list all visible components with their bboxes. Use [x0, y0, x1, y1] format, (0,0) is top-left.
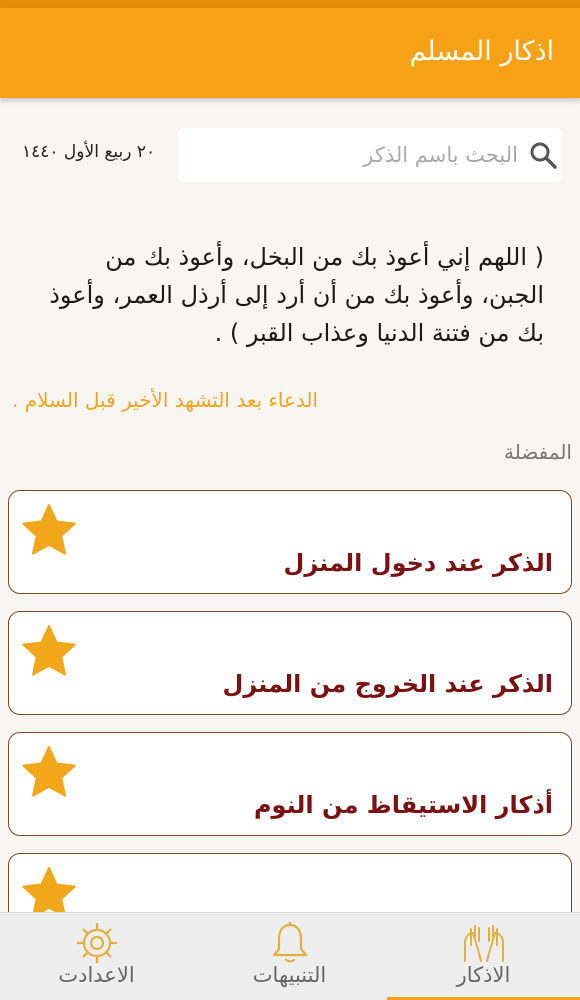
- favorite-label: الذكر عند الخروج من المنزل: [222, 670, 553, 698]
- gear-icon: [72, 919, 122, 967]
- tab-adhkar[interactable]: الاذكار: [387, 913, 580, 1000]
- bell-icon: [265, 919, 315, 967]
- search-icon[interactable]: [528, 140, 558, 170]
- tab-alerts[interactable]: التنبيهات: [193, 913, 386, 1000]
- tab-adhkar-label: الاذكار: [456, 963, 511, 987]
- hijri-date: ٢٠ ربيع الأول ١٤٤٠: [22, 142, 156, 162]
- star-icon[interactable]: [19, 622, 79, 682]
- favorite-label: أذكار الاستيقاظ من النوم: [253, 791, 553, 819]
- favorite-item[interactable]: الذكر عند الخروج من المنزل: [8, 611, 572, 715]
- status-bar: [0, 0, 580, 8]
- app-header: اذكار المسلم: [0, 8, 580, 98]
- tab-settings[interactable]: الاعدادت: [0, 913, 193, 1000]
- tab-alerts-label: التنبيهات: [252, 963, 327, 987]
- favorite-label: الذكر عند دخول المنزل: [283, 549, 553, 577]
- search-input[interactable]: [188, 136, 518, 174]
- praying-hands-icon: [459, 919, 509, 967]
- app-title: اذكار المسلم: [409, 36, 554, 67]
- bottom-nav: الاعدادت التنبيهات الاذكار: [0, 912, 580, 1000]
- dua-text: ( اللهم إني أعوذ بك من البخل، وأعوذ بك م…: [49, 243, 544, 347]
- favorite-item[interactable]: أذكار الاستيقاظ من النوم: [8, 732, 572, 836]
- star-icon[interactable]: [19, 501, 79, 561]
- tab-settings-label: الاعدادت: [58, 963, 135, 987]
- star-icon[interactable]: [19, 743, 79, 803]
- favorite-item[interactable]: الذكر عند دخول المنزل: [8, 490, 572, 594]
- search-box[interactable]: [178, 128, 562, 182]
- dua-caption[interactable]: الدعاء بعد التشهد الأخير قبل السلام ...: [14, 388, 318, 412]
- favorites-heading: المفضلة: [503, 440, 572, 464]
